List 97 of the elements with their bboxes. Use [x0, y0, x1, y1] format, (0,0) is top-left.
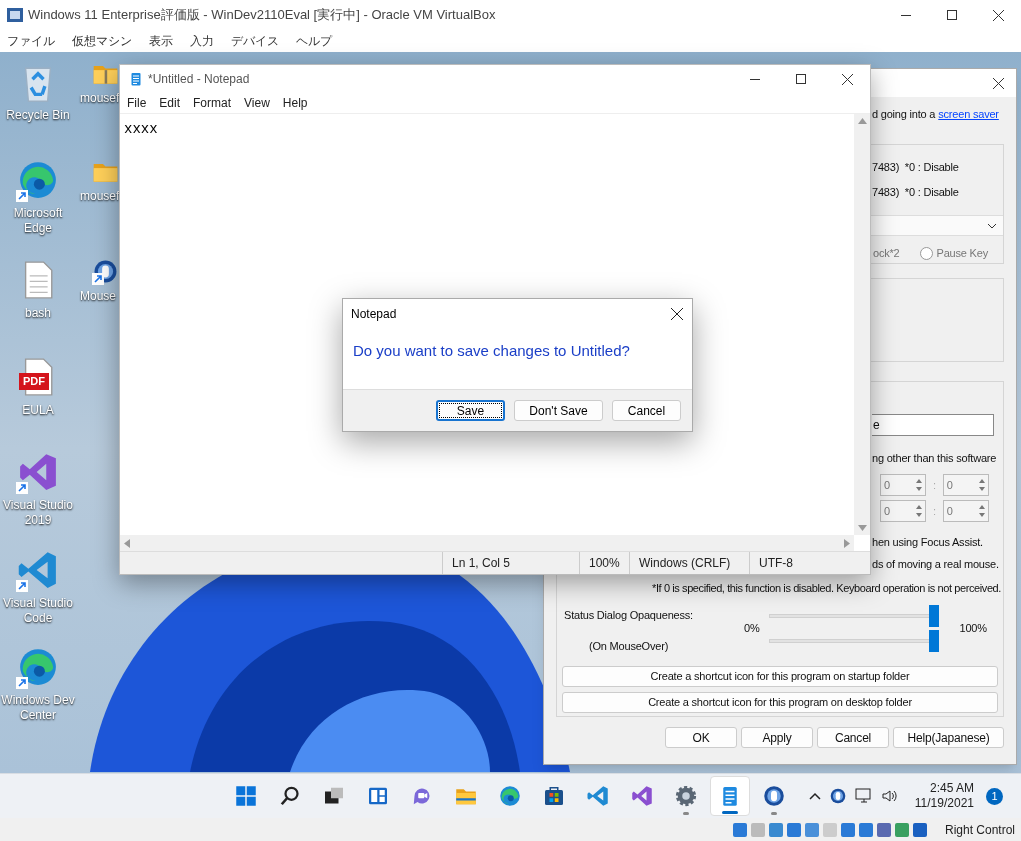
desktop-icon-label: Visual Studio 2019 [2, 498, 74, 528]
desktop-icon-label: Windows Dev Center [0, 693, 76, 723]
description-text: d going into a [872, 106, 936, 122]
status-bar-field: UTF-8 [749, 552, 870, 574]
tray-app-icon [828, 787, 847, 805]
desktop-icon-label: mousef [80, 91, 120, 106]
text-field[interactable]: e [872, 414, 994, 436]
note-text: *If 0 is specified, this function is disabled. Keyboard operation is not perceived. [652, 581, 1001, 596]
app-icon [542, 784, 566, 808]
status-bar-field: 100% [579, 552, 629, 574]
shortcut-arrow-icon [16, 190, 28, 202]
menu-item[interactable]: View [244, 94, 270, 112]
number-spinner[interactable]: 0 [942, 474, 989, 496]
setting-text: ds of moving a real mouse. [872, 557, 999, 572]
desktop-icon-label: Microsoft Edge [12, 206, 64, 236]
shortcut-button[interactable]: Create a shortcut icon for this program on startup folder [562, 666, 998, 687]
dialog-message: Do you want to save changes to Untitled? [352, 341, 631, 361]
chevron-down-icon [987, 222, 997, 229]
dialog-title: Notepad [351, 306, 397, 323]
desktop-icon[interactable]: PDF EULA [0, 355, 76, 418]
network-icon[interactable] [854, 788, 873, 804]
menu-item[interactable]: デバイス [231, 32, 279, 50]
desktop-icon-label: EULA [22, 403, 54, 418]
separator-text: : [933, 503, 936, 519]
separator-text: : [933, 477, 936, 493]
shortcut-button[interactable]: Create a shortcut icon for this program on desktop folder [562, 692, 998, 713]
opaqueness-label: Status Dialog Opaqueness: [564, 608, 694, 623]
number-spinner[interactable]: 0 [942, 500, 989, 522]
host-key-label: Right Control [944, 821, 1015, 839]
close-icon [671, 308, 683, 320]
slider-thumb[interactable] [928, 604, 939, 627]
shortcut-arrow-icon [16, 580, 28, 592]
status-bar-field: Windows (CRLF) [629, 552, 749, 574]
dialog-button[interactable]: Don't Save [514, 400, 603, 421]
app-icon [630, 784, 654, 808]
status-bar-field: Ln 1, Col 5 [442, 552, 579, 574]
dialog-button[interactable]: Save [436, 400, 505, 421]
setting-text: hen using Focus Assist. [872, 535, 983, 550]
number-spinner[interactable]: 0 [880, 500, 926, 522]
dialog-button[interactable]: Cancel [612, 400, 681, 421]
dialog-button[interactable]: OK [665, 727, 737, 748]
pdf-label: PDF [19, 373, 49, 390]
scroll-down-arrow-icon[interactable] [857, 525, 867, 531]
app-icon [234, 784, 258, 808]
dialog-button[interactable]: Cancel [817, 727, 889, 748]
app-icon [586, 784, 610, 808]
menu-item[interactable]: Help [282, 94, 308, 112]
shortcut-arrow-icon [16, 482, 28, 494]
screen-saver-link[interactable]: screen saver [938, 105, 999, 123]
menu-item[interactable]: 表示 [149, 32, 173, 50]
vertical-scrollbar[interactable] [854, 114, 870, 535]
number-spinner[interactable]: 0 [880, 474, 926, 496]
notepad-title: *Untitled - Notepad [148, 71, 250, 88]
menu-item[interactable]: 入力 [190, 32, 214, 50]
dialog-button[interactable]: Help(Japanese) [893, 727, 1004, 748]
slider-thumb[interactable] [928, 629, 939, 652]
limit-text: 7483) *0 : Disable [872, 184, 959, 200]
chevron-up-icon[interactable] [808, 792, 821, 800]
editor-text: xxxx [124, 121, 158, 137]
close-icon [841, 73, 853, 85]
virtualbox-app-icon [6, 6, 24, 24]
search-icon [278, 784, 302, 808]
shortcut-arrow-icon [92, 273, 104, 285]
clock[interactable]: 2:45 AM 11/19/2021 [914, 781, 974, 811]
shortcut-arrow-icon [16, 677, 28, 689]
notification-badge[interactable]: 1 [986, 787, 1003, 805]
settings-icon [674, 784, 698, 808]
max-label: 100% [959, 620, 987, 636]
desktop-icon-label: Visual Studio Code [2, 596, 74, 626]
menu-item[interactable]: Edit [159, 94, 181, 112]
mouseover-label: (On MouseOver) [588, 638, 670, 654]
menu-item[interactable]: ファイル [7, 32, 55, 50]
desktop-icon-label: bash [25, 306, 51, 321]
desktop-icon-label: Recycle Bin [6, 108, 70, 123]
scroll-left-arrow-icon[interactable] [124, 538, 130, 548]
scroll-up-arrow-icon[interactable] [857, 118, 867, 124]
scroll-right-arrow-icon[interactable] [844, 538, 850, 548]
min-label: 0% [744, 620, 760, 636]
menu-item[interactable]: 仮想マシン [72, 32, 132, 50]
close-icon [992, 77, 1004, 89]
menu-item[interactable]: File [127, 94, 147, 112]
volume-icon[interactable] [880, 788, 899, 804]
menu-item[interactable]: ヘルプ [296, 32, 332, 50]
app-icon [762, 784, 786, 808]
dialog-button[interactable]: Apply [741, 727, 813, 748]
menu-item[interactable]: Format [193, 94, 232, 112]
option-text: ock*2 [873, 245, 900, 261]
pause-key-radio[interactable]: Pause Key [919, 244, 988, 262]
horizontal-scrollbar[interactable] [120, 535, 854, 551]
close-icon [992, 9, 1004, 21]
close-button[interactable] [668, 305, 686, 323]
desktop-icon-label: Mouse [80, 289, 117, 304]
desktop-icon-label: mousef [80, 189, 120, 204]
window-title: Windows 11 Enterprise評価版 - WinDev2110Eval [実行中] - Oracle VM VirtualBox [28, 6, 496, 25]
setting-text: ng other than this software [872, 451, 997, 466]
limit-text: 7483) *0 : Disable [872, 159, 959, 175]
app-icon [498, 784, 522, 808]
